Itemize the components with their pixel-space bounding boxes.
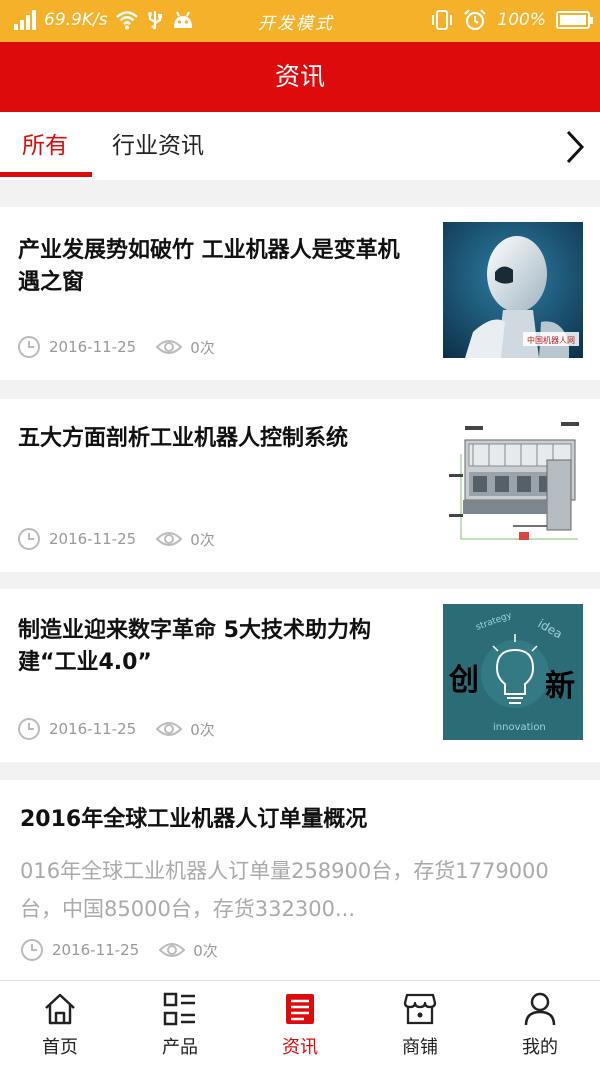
news-date: 2016-11-25 [52, 941, 140, 959]
user-icon [524, 992, 556, 1026]
network-speed: 69.9K/s [44, 10, 108, 30]
nav-label: 我的 [522, 1037, 558, 1058]
news-views: 0次 [193, 941, 218, 960]
news-item[interactable]: 产业发展势如破竹 工业机器人是变革机遇之窗 2016-11-25 0次 中国机器… [0, 207, 600, 380]
page-title: 资讯 [0, 42, 600, 112]
nav-home[interactable]: 首页 [0, 981, 120, 1067]
image-text-bottom: innovation [493, 722, 546, 733]
news-views: 0次 [190, 720, 215, 739]
news-thumbnail[interactable]: 中国机器人网 [443, 222, 583, 358]
image-text-right: 新 [545, 669, 575, 704]
battery-icon [556, 11, 593, 29]
news-thumbnail[interactable]: 创 新 strategy idea innovation [443, 604, 583, 740]
news-icon [286, 994, 314, 1024]
clock-icon [21, 939, 43, 961]
status-right: 100% [431, 8, 593, 32]
innovation-image: 创 新 strategy idea innovation [443, 604, 583, 740]
nav-products[interactable]: 产品 [120, 981, 240, 1067]
nav-label: 商铺 [402, 1037, 438, 1058]
vibrate-icon [432, 10, 453, 30]
tab-all[interactable]: 所有 [22, 112, 68, 180]
news-title[interactable]: 五大方面剖析工业机器人控制系统 [18, 423, 418, 455]
tab-industry-news[interactable]: 行业资讯 [112, 112, 204, 180]
nav-label: 产品 [162, 1037, 198, 1058]
news-summary: 016年全球工业机器人订单量258900台，存货1779000台，中国85000… [20, 859, 549, 921]
signal-icon [14, 10, 36, 30]
news-views: 0次 [190, 338, 215, 357]
news-title[interactable]: 制造业迎来数字革命 5大技术助力构建“工业4.0” [18, 615, 418, 679]
news-item[interactable]: 五大方面剖析工业机器人控制系统 2016-11-25 0次 [0, 399, 600, 572]
news-date: 2016-11-25 [49, 530, 137, 548]
nav-label: 首页 [42, 1037, 78, 1058]
nav-news[interactable]: 资讯 [240, 981, 360, 1067]
clock-icon [18, 718, 40, 740]
battery-percent: 100% [497, 10, 546, 30]
news-meta: 2016-11-25 0次 [17, 717, 215, 741]
alarm-icon [464, 9, 487, 31]
usb-icon [147, 11, 162, 30]
clock-icon [18, 336, 40, 358]
news-date: 2016-11-25 [49, 338, 137, 356]
grid-list-icon [163, 992, 195, 1026]
news-views: 0次 [190, 530, 215, 549]
eye-icon [159, 943, 186, 957]
category-tabs: 所有 行业资讯 [0, 112, 600, 180]
chevron-right-icon[interactable] [558, 128, 590, 166]
status-left: 69.9K/s [14, 9, 194, 31]
eye-icon [156, 722, 183, 736]
news-title[interactable]: 2016年全球工业机器人订单量概况 [20, 804, 580, 836]
wifi-icon [115, 11, 138, 30]
active-tab-indicator [0, 172, 92, 177]
robot-image: 中国机器人网 [443, 222, 583, 358]
news-item[interactable]: 制造业迎来数字革命 5大技术助力构建“工业4.0” 2016-11-25 0次 … [0, 589, 600, 762]
eye-icon [156, 532, 183, 546]
eye-icon [156, 340, 183, 354]
home-icon [45, 993, 75, 1025]
news-meta: 2016-11-25 0次 [20, 938, 218, 962]
image-text-left: 创 [448, 663, 479, 698]
news-title[interactable]: 产业发展势如破竹 工业机器人是变革机遇之窗 [18, 235, 418, 299]
watermark: 中国机器人网 [527, 335, 575, 345]
bottom-navigation: 首页 产品 资讯 商铺 我的 [0, 980, 600, 1067]
assembly-line-image [443, 414, 583, 550]
nav-profile[interactable]: 我的 [480, 981, 600, 1067]
clock-icon [18, 528, 40, 550]
store-icon [403, 993, 437, 1025]
status-bar: 69.9K/s 开发模式 100% [0, 0, 600, 42]
battery-level [560, 15, 586, 25]
news-thumbnail[interactable] [443, 414, 583, 550]
android-icon [173, 11, 192, 28]
news-date: 2016-11-25 [49, 720, 137, 738]
news-meta: 2016-11-25 0次 [17, 335, 215, 359]
nav-shops[interactable]: 商铺 [360, 981, 480, 1067]
nav-label: 资讯 [282, 1037, 318, 1058]
developer-mode-label: 开发模式 [258, 14, 334, 34]
news-meta: 2016-11-25 0次 [17, 527, 215, 551]
